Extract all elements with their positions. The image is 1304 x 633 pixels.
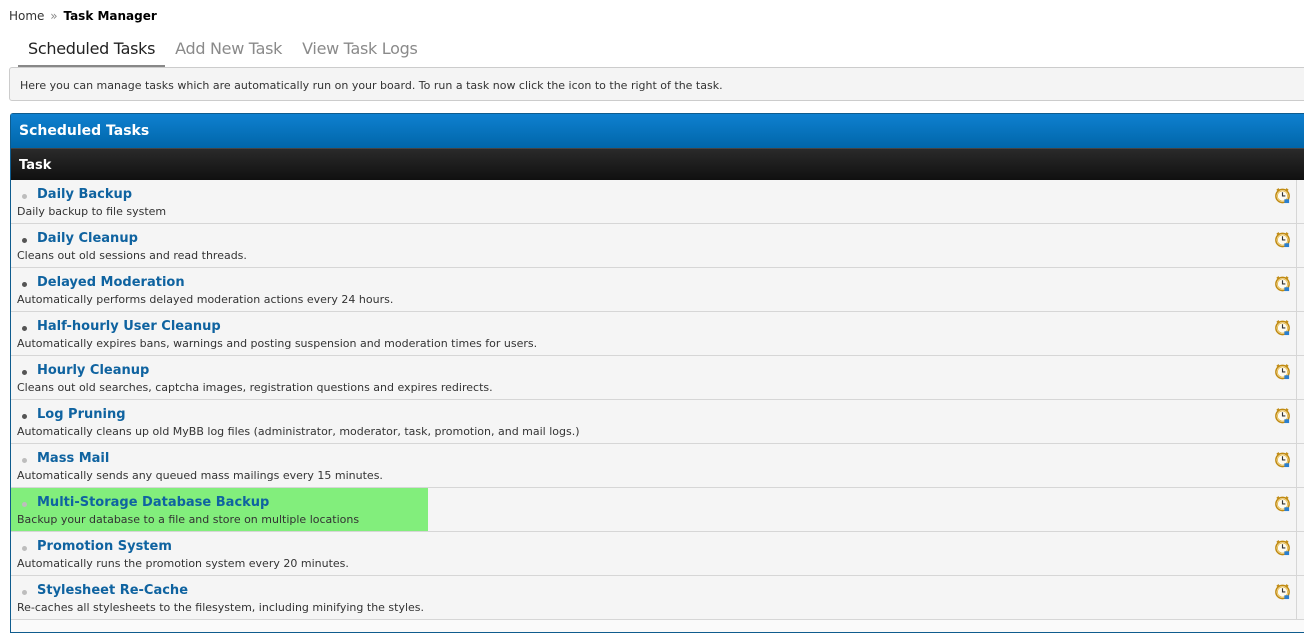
status-dot-icon	[22, 370, 27, 375]
column-divider	[1296, 180, 1297, 223]
panel-title: Scheduled Tasks	[11, 114, 1304, 148]
run-task-clock-icon[interactable]	[1274, 319, 1291, 336]
status-dot-icon	[22, 282, 27, 287]
task-list: Daily Backup Daily backup to file system D…	[11, 180, 1304, 620]
task-description: Automatically runs the promotion system …	[17, 557, 349, 570]
run-task-clock-icon[interactable]	[1274, 363, 1291, 380]
run-task-clock-icon[interactable]	[1274, 495, 1291, 512]
run-task-clock-icon[interactable]	[1274, 583, 1291, 600]
task-description: Automatically performs delayed moderatio…	[17, 293, 394, 306]
task-description: Cleans out old sessions and read threads…	[17, 249, 247, 262]
status-dot-icon	[22, 238, 27, 243]
run-task-clock-icon[interactable]	[1274, 231, 1291, 248]
task-name-link[interactable]: Promotion System	[37, 539, 172, 554]
column-divider	[1296, 312, 1297, 355]
task-description: Daily backup to file system	[17, 205, 167, 218]
column-divider	[1296, 224, 1297, 267]
status-dot-icon	[22, 546, 27, 551]
task-name-link[interactable]: Log Pruning	[37, 407, 126, 422]
tab-bar: Scheduled Tasks Add New Task View Task L…	[18, 34, 428, 68]
task-name-link[interactable]: Multi-Storage Database Backup	[37, 495, 269, 510]
task-row: Log Pruning Automatically cleans up old M…	[11, 400, 1304, 444]
task-row: Daily Cleanup Cleans out old sessions and…	[11, 224, 1304, 268]
tab-add-new-task[interactable]: Add New Task	[165, 34, 292, 68]
task-row: Mass Mail Automatically sends any queued …	[11, 444, 1304, 488]
task-row: Delayed Moderation Automatically performs…	[11, 268, 1304, 312]
column-divider	[1296, 488, 1297, 531]
task-description: Automatically cleans up old MyBB log fil…	[17, 425, 580, 438]
status-dot-icon	[22, 590, 27, 595]
status-dot-icon	[22, 326, 27, 331]
breadcrumb-home-link[interactable]: Home	[9, 9, 44, 23]
task-name-link[interactable]: Delayed Moderation	[37, 275, 185, 290]
task-description: Backup your database to a file and store…	[17, 513, 360, 526]
task-name-link[interactable]: Hourly Cleanup	[37, 363, 149, 378]
task-column-header: Task	[11, 148, 1304, 180]
tab-scheduled-tasks[interactable]: Scheduled Tasks	[18, 34, 166, 68]
status-dot-icon	[22, 458, 27, 463]
task-name-link[interactable]: Daily Backup	[37, 187, 132, 202]
task-name-link[interactable]: Stylesheet Re-Cache	[37, 583, 188, 598]
breadcrumb: Home » Task Manager	[9, 9, 157, 23]
run-task-clock-icon[interactable]	[1274, 275, 1291, 292]
tab-view-task-logs[interactable]: View Task Logs	[292, 34, 427, 68]
task-name-link[interactable]: Daily Cleanup	[37, 231, 138, 246]
column-divider	[1296, 356, 1297, 399]
task-description: Automatically sends any queued mass mail…	[17, 469, 383, 482]
breadcrumb-separator: »	[50, 9, 58, 23]
status-dot-icon	[22, 414, 27, 419]
status-dot-icon	[22, 194, 27, 199]
column-divider	[1296, 444, 1297, 487]
breadcrumb-current: Task Manager	[63, 9, 157, 23]
task-row: Multi-Storage Database Backup Backup your…	[11, 488, 1304, 532]
run-task-clock-icon[interactable]	[1274, 187, 1291, 204]
task-description: Automatically expires bans, warnings and…	[17, 337, 538, 350]
run-task-clock-icon[interactable]	[1274, 407, 1291, 424]
column-divider	[1296, 268, 1297, 311]
task-row: Half-hourly User Cleanup Automatically ex…	[11, 312, 1304, 356]
column-divider	[1296, 400, 1297, 443]
scheduled-tasks-panel: Scheduled Tasks Task Daily Backup Daily b…	[10, 113, 1304, 633]
column-divider	[1296, 532, 1297, 575]
task-row: Daily Backup Daily backup to file system	[11, 180, 1304, 224]
task-row: Promotion System Automatically runs the p…	[11, 532, 1304, 576]
task-name-link[interactable]: Half-hourly User Cleanup	[37, 319, 221, 334]
task-description: Re-caches all stylesheets to the filesys…	[17, 601, 425, 614]
run-task-clock-icon[interactable]	[1274, 539, 1291, 556]
column-divider	[1296, 576, 1297, 619]
run-task-clock-icon[interactable]	[1274, 451, 1291, 468]
task-row: Hourly Cleanup Cleans out old searches, c…	[11, 356, 1304, 400]
task-row: Stylesheet Re-Cache Re-caches all stylesh…	[11, 576, 1304, 620]
task-description: Cleans out old searches, captcha images,…	[17, 381, 493, 394]
status-dot-icon	[22, 502, 27, 507]
info-notice: Here you can manage tasks which are auto…	[9, 67, 1304, 101]
task-name-link[interactable]: Mass Mail	[37, 451, 109, 466]
